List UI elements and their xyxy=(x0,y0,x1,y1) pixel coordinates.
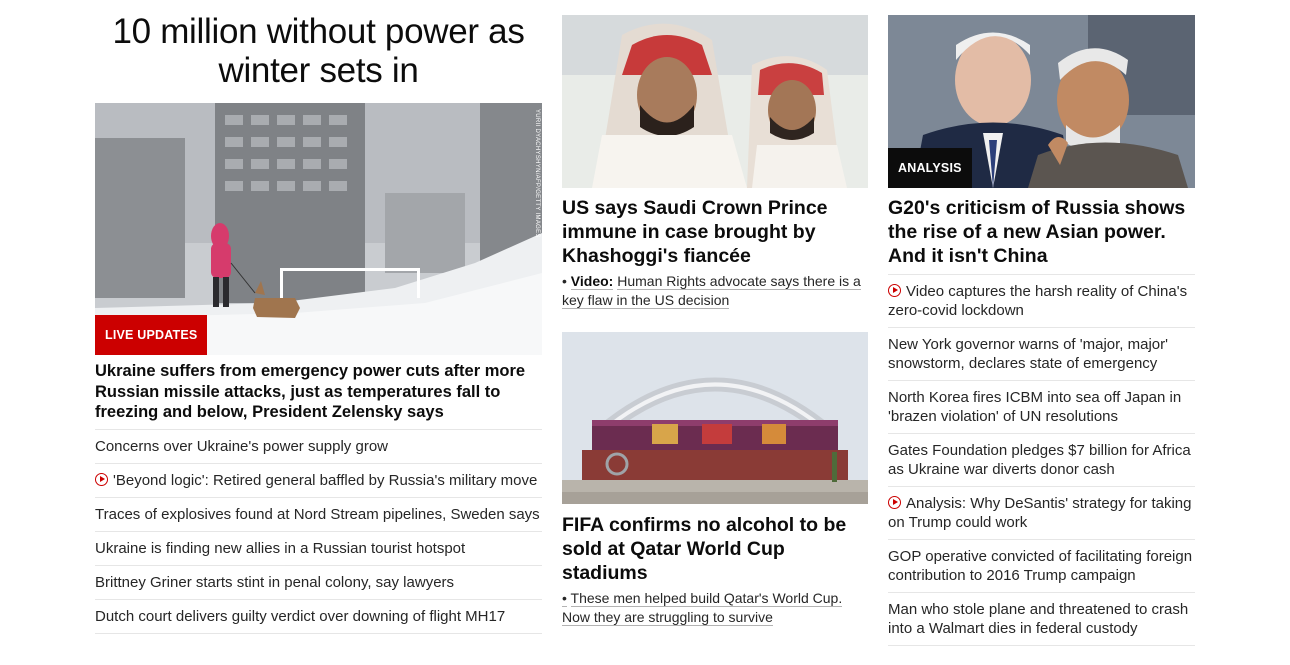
list-item-text[interactable]: Ukraine is finding new allies in a Russi… xyxy=(95,540,465,557)
saudi-subline[interactable]: • Video: Human Rights advocate says ther… xyxy=(562,272,868,310)
list-item-text[interactable]: Traces of explosives found at Nord Strea… xyxy=(95,506,540,523)
list-item-text[interactable]: Gates Foundation pledges $7 billion for … xyxy=(888,442,1191,478)
saudi-headline[interactable]: US says Saudi Crown Prince immune in cas… xyxy=(562,196,868,268)
list-item-text[interactable]: Concerns over Ukraine's power supply gro… xyxy=(95,438,388,455)
image-credit: YURII DYACHYSHYN/AFP/GETTY IMAGES xyxy=(534,109,540,238)
list-item[interactable]: North Korea fires ICBM into sea off Japa… xyxy=(888,381,1195,434)
list-item-text[interactable]: Video captures the harsh reality of Chin… xyxy=(888,283,1187,319)
play-video-icon xyxy=(888,496,901,509)
list-item[interactable]: Man who stole plane and threatened to cr… xyxy=(888,593,1195,646)
list-item-text[interactable]: Dutch court delivers guilty verdict over… xyxy=(95,608,505,625)
sub-bullet: • xyxy=(562,590,567,607)
list-item[interactable]: Analysis: Why DeSantis' strategy for tak… xyxy=(888,487,1195,540)
list-item[interactable]: GOP operative convicted of facilitating … xyxy=(888,540,1195,593)
fifa-subline[interactable]: • These men helped build Qatar's World C… xyxy=(562,589,868,627)
list-item-text[interactable]: Analysis: Why DeSantis' strategy for tak… xyxy=(888,495,1191,531)
list-item-text[interactable]: Man who stole plane and threatened to cr… xyxy=(888,601,1188,637)
lead-title[interactable]: 10 million without power as winter sets … xyxy=(95,12,542,90)
list-item[interactable]: 'Beyond logic': Retired general baffled … xyxy=(95,464,542,498)
left-story-list: Concerns over Ukraine's power supply gro… xyxy=(95,429,542,634)
live-updates-badge[interactable]: LIVE UPDATES xyxy=(95,315,208,355)
crown-prince-photo xyxy=(562,15,868,188)
list-item[interactable]: Traces of explosives found at Nord Strea… xyxy=(95,498,542,532)
fifa-headline[interactable]: FIFA confirms no alcohol to be sold at Q… xyxy=(562,513,868,585)
list-item[interactable]: Gates Foundation pledges $7 billion for … xyxy=(888,434,1195,487)
list-item-text[interactable]: North Korea fires ICBM into sea off Japa… xyxy=(888,389,1181,425)
biden-modi-image[interactable]: ANALYSIS xyxy=(888,15,1195,188)
fifa-subline-text[interactable]: These men helped build Qatar's World Cup… xyxy=(562,590,843,626)
lead-headline[interactable]: Ukraine suffers from emergency power cut… xyxy=(95,361,542,423)
right-story-list: Video captures the harsh reality of Chin… xyxy=(888,274,1195,646)
saudi-crown-prince-image[interactable] xyxy=(562,15,868,188)
list-item-text[interactable]: 'Beyond logic': Retired general baffled … xyxy=(113,472,537,489)
list-item[interactable]: Dutch court delivers guilty verdict over… xyxy=(95,600,542,634)
g20-headline[interactable]: G20's criticism of Russia shows the rise… xyxy=(888,196,1195,268)
list-item[interactable]: New York governor warns of 'major, major… xyxy=(888,328,1195,381)
qatar-stadium-image[interactable] xyxy=(562,332,868,504)
ukraine-snow-image[interactable]: YURII DYACHYSHYN/AFP/GETTY IMAGES LIVE U… xyxy=(95,103,542,355)
analysis-badge[interactable]: ANALYSIS xyxy=(888,148,972,188)
stadium-photo xyxy=(562,332,868,504)
video-label: Video: xyxy=(570,273,614,290)
list-item-text[interactable]: Brittney Griner starts stint in penal co… xyxy=(95,574,454,591)
list-item-text[interactable]: New York governor warns of 'major, major… xyxy=(888,336,1168,372)
list-item[interactable]: Ukraine is finding new allies in a Russi… xyxy=(95,532,542,566)
sub-bullet: • xyxy=(562,273,567,289)
play-video-icon xyxy=(888,284,901,297)
play-video-icon xyxy=(95,473,108,486)
list-item-text[interactable]: GOP operative convicted of facilitating … xyxy=(888,548,1192,584)
list-item[interactable]: Brittney Griner starts stint in penal co… xyxy=(95,566,542,600)
list-item[interactable]: Video captures the harsh reality of Chin… xyxy=(888,275,1195,328)
list-item[interactable]: Concerns over Ukraine's power supply gro… xyxy=(95,430,542,464)
